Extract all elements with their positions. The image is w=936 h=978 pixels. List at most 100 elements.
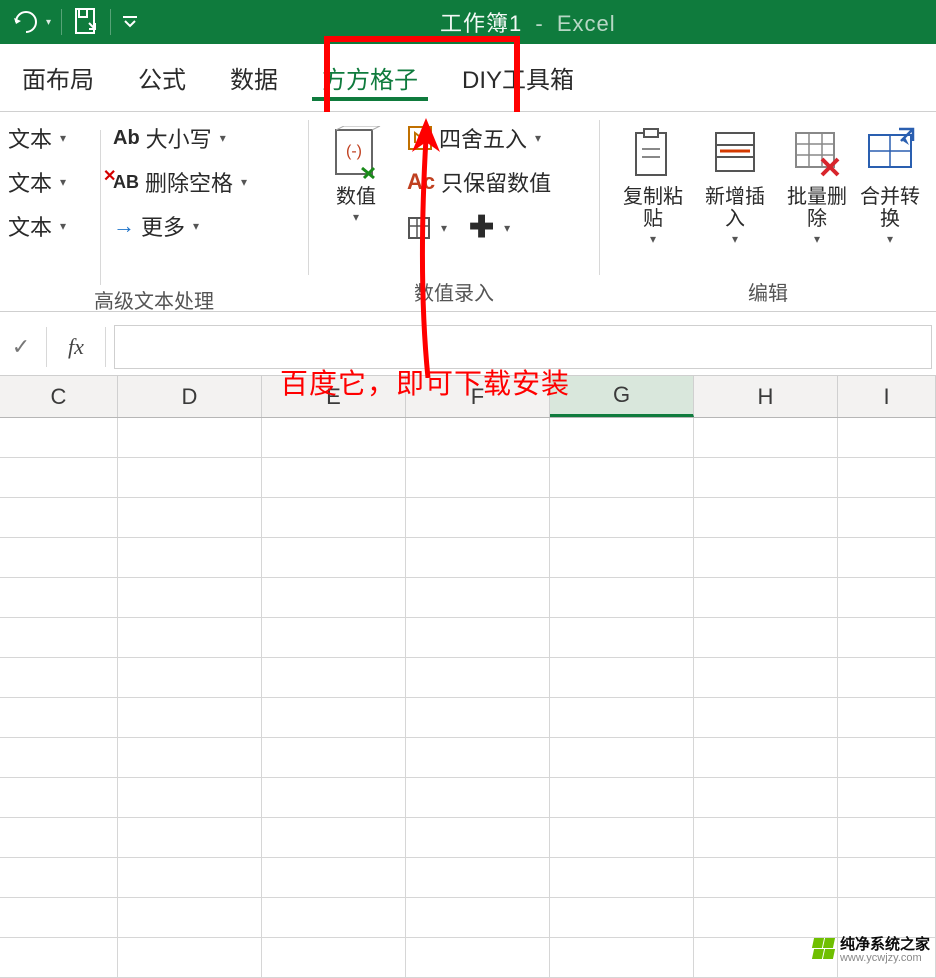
cell[interactable] — [838, 498, 936, 537]
cell[interactable] — [262, 458, 406, 497]
cell[interactable] — [0, 818, 118, 857]
cell[interactable] — [694, 458, 838, 497]
cell[interactable] — [118, 618, 262, 657]
cell[interactable] — [550, 818, 694, 857]
cell[interactable] — [262, 858, 406, 897]
cell[interactable] — [694, 698, 838, 737]
cell[interactable] — [0, 458, 118, 497]
cell[interactable] — [838, 818, 936, 857]
cell[interactable] — [0, 538, 118, 577]
cell[interactable] — [262, 578, 406, 617]
formula-confirm-button[interactable]: ✓ — [4, 334, 38, 360]
col-header[interactable]: H — [694, 376, 838, 417]
cell[interactable] — [550, 658, 694, 697]
numeric-button[interactable]: (-) 数值 ▾ — [317, 122, 395, 224]
cell[interactable] — [262, 658, 406, 697]
undo-button[interactable]: ▾ — [6, 5, 57, 39]
cell[interactable] — [406, 658, 550, 697]
cell[interactable] — [694, 618, 838, 657]
cell[interactable] — [838, 538, 936, 577]
cell[interactable] — [0, 938, 118, 977]
cell[interactable] — [0, 778, 118, 817]
cell[interactable] — [262, 698, 406, 737]
copy-paste-button[interactable]: 复制粘贴 ▾ — [614, 122, 692, 246]
cell[interactable] — [550, 698, 694, 737]
cell[interactable] — [0, 898, 118, 937]
cell[interactable] — [118, 578, 262, 617]
tab-ffgz[interactable]: 方方格子 — [300, 44, 440, 111]
cell[interactable] — [406, 498, 550, 537]
trim-spaces-button[interactable]: ✕AB 删除空格▾ — [113, 166, 247, 198]
cell[interactable] — [838, 898, 936, 937]
batch-delete-button[interactable]: 批量删除 ▾ — [778, 122, 856, 246]
col-header[interactable]: D — [118, 376, 262, 417]
cell[interactable] — [550, 898, 694, 937]
cell[interactable] — [838, 738, 936, 777]
cell[interactable] — [550, 738, 694, 777]
cell[interactable] — [262, 618, 406, 657]
cell[interactable] — [118, 498, 262, 537]
cell[interactable] — [118, 738, 262, 777]
cell[interactable] — [118, 938, 262, 977]
merge-convert-button[interactable]: 合并转换 ▾ — [860, 122, 920, 246]
cell[interactable] — [0, 738, 118, 777]
cell[interactable] — [694, 738, 838, 777]
cell[interactable] — [694, 578, 838, 617]
cell[interactable] — [262, 418, 406, 457]
text-btn-2[interactable]: 文本▾ — [8, 166, 88, 198]
cell[interactable] — [406, 778, 550, 817]
text-btn-1[interactable]: 文本▾ — [8, 122, 88, 154]
cell[interactable] — [262, 538, 406, 577]
cell[interactable] — [550, 858, 694, 897]
qat-customize-button[interactable] — [115, 5, 145, 39]
cell[interactable] — [262, 778, 406, 817]
cell[interactable] — [0, 618, 118, 657]
col-header[interactable]: C — [0, 376, 118, 417]
col-header[interactable]: E — [262, 376, 406, 417]
cell[interactable] — [406, 938, 550, 977]
cell[interactable] — [406, 458, 550, 497]
cell[interactable] — [406, 698, 550, 737]
cell[interactable] — [262, 818, 406, 857]
cell[interactable] — [406, 618, 550, 657]
cell[interactable] — [550, 418, 694, 457]
insert-plus-button[interactable]: ✚ ▾ — [469, 210, 510, 245]
cell[interactable] — [406, 418, 550, 457]
cell[interactable] — [694, 418, 838, 457]
col-header[interactable]: I — [838, 376, 936, 417]
cell[interactable] — [118, 898, 262, 937]
cell[interactable] — [838, 418, 936, 457]
tab-data[interactable]: 数据 — [208, 44, 300, 111]
cell[interactable] — [406, 858, 550, 897]
cell[interactable] — [0, 858, 118, 897]
cell[interactable] — [550, 778, 694, 817]
tab-diy-toolbox[interactable]: DIY工具箱 — [440, 44, 596, 111]
cell[interactable] — [0, 658, 118, 697]
fx-label[interactable]: fx — [55, 334, 97, 360]
keep-values-button[interactable]: Ac 只保留数值 — [407, 166, 551, 198]
cell[interactable] — [406, 738, 550, 777]
cell[interactable] — [694, 898, 838, 937]
cell[interactable] — [0, 698, 118, 737]
cell[interactable] — [694, 778, 838, 817]
cell[interactable] — [118, 698, 262, 737]
cell[interactable] — [118, 418, 262, 457]
cell[interactable] — [406, 578, 550, 617]
cell[interactable] — [838, 618, 936, 657]
round-button[interactable]: 四舍五入▾ — [407, 122, 551, 154]
cell[interactable] — [118, 658, 262, 697]
cell[interactable] — [262, 898, 406, 937]
col-header[interactable]: F — [406, 376, 550, 417]
cell[interactable] — [838, 658, 936, 697]
formula-input[interactable] — [114, 325, 932, 369]
more-button[interactable]: → 更多▾ — [113, 210, 247, 242]
tab-formula[interactable]: 公式 — [116, 44, 208, 111]
col-header-active[interactable]: G — [550, 376, 694, 417]
cell[interactable] — [118, 538, 262, 577]
case-button[interactable]: Ab 大小写▾ — [113, 122, 247, 154]
cell[interactable] — [694, 498, 838, 537]
cell[interactable] — [838, 778, 936, 817]
cell[interactable] — [550, 578, 694, 617]
cell[interactable] — [694, 658, 838, 697]
cell[interactable] — [0, 498, 118, 537]
